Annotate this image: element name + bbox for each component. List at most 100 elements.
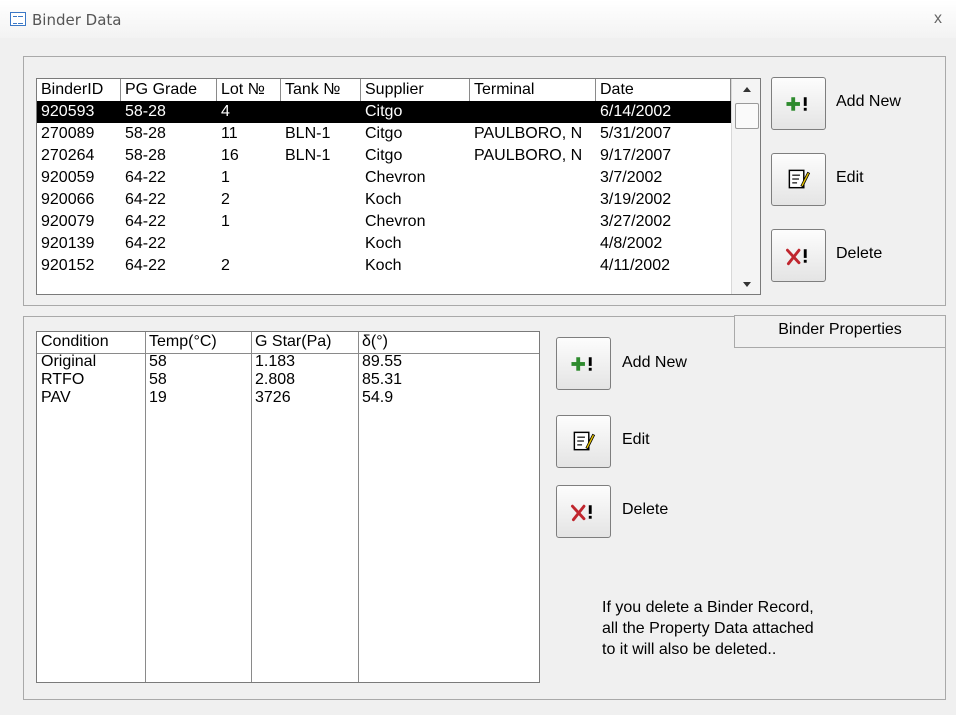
- column-header: Date: [596, 79, 731, 101]
- binder-list[interactable]: BinderID PG Grade Lot № Tank № Supplier Termi…: [36, 78, 761, 295]
- column-header: Temp(°C): [149, 333, 217, 350]
- binder-list-row[interactable]: 920593 58-28 4 Citgo 6/14/2002: [37, 101, 731, 123]
- property-list-row[interactable]: PAV 19 3726 54.9: [37, 388, 539, 408]
- binder-delete-button[interactable]: [771, 229, 826, 282]
- table-cell: [281, 233, 361, 255]
- property-list-row[interactable]: RTFO 58 2.808 85.31: [37, 370, 539, 390]
- table-cell: Citgo: [365, 103, 403, 120]
- binder-list-row[interactable]: 920152 64-22 2 Koch 4/11/2002: [37, 255, 731, 277]
- edit-note-icon: [788, 169, 811, 189]
- table-cell: Chevron: [365, 169, 426, 186]
- table-cell: 64-22: [125, 235, 166, 252]
- title-bar: Binder Data x: [0, 0, 956, 38]
- binder-list-row[interactable]: 920066 64-22 2 Koch 3/19/2002: [37, 189, 731, 211]
- property-list-row[interactable]: Original 58 1.183 89.55: [37, 352, 539, 372]
- table-cell: 19: [149, 389, 167, 406]
- table-cell: 920139: [41, 235, 95, 252]
- table-cell: [281, 255, 361, 277]
- table-cell: Original: [41, 353, 97, 370]
- property-delete-label: Delete: [622, 501, 669, 518]
- plus-exclaim-icon: [786, 97, 807, 111]
- property-list[interactable]: Condition Temp(°C) G Star(Pa) δ(°) Original 5…: [36, 331, 540, 683]
- binder-edit-label: Edit: [836, 169, 864, 186]
- table-cell: RTFO: [41, 371, 85, 388]
- table-cell: 6/14/2002: [600, 103, 672, 120]
- table-cell: [281, 211, 361, 233]
- table-cell: 1: [221, 169, 230, 186]
- scroll-thumb[interactable]: [735, 103, 759, 129]
- binder-list-scrollbar[interactable]: [731, 79, 760, 294]
- table-cell: 85.31: [362, 371, 403, 388]
- binder-list-row[interactable]: 270264 58-28 16 BLN-1 Citgo PAULBORO, N 9/17/2…: [37, 145, 731, 167]
- table-cell: 58-28: [125, 125, 166, 142]
- table-cell: 3/19/2002: [600, 191, 672, 208]
- table-cell: [470, 255, 596, 277]
- table-cell: Chevron: [365, 213, 426, 230]
- table-cell: Koch: [365, 257, 402, 274]
- table-cell: 11: [221, 125, 238, 142]
- table-cell: 3/7/2002: [600, 169, 663, 186]
- table-cell: 58-28: [125, 147, 166, 164]
- binder-list-row[interactable]: 920079 64-22 1 Chevron 3/27/2002: [37, 211, 731, 233]
- column-header: G Star(Pa): [255, 333, 332, 350]
- column-header: Tank №: [281, 79, 361, 101]
- table-cell: 1: [221, 213, 230, 230]
- table-cell: 58: [149, 371, 167, 388]
- table-cell: Koch: [365, 191, 402, 208]
- binder-edit-button[interactable]: [771, 153, 826, 206]
- binder-data-window: Binder Data x BinderID PG Grade Lot № Tank …: [0, 0, 956, 715]
- table-cell: [470, 101, 596, 123]
- property-delete-button[interactable]: [556, 485, 611, 538]
- column-header: Condition: [41, 333, 109, 350]
- table-cell: [217, 233, 281, 255]
- table-cell: 2: [221, 191, 230, 208]
- table-cell: 58: [149, 353, 167, 370]
- table-cell: Citgo: [365, 125, 403, 142]
- table-cell: 54.9: [362, 389, 394, 406]
- table-cell: 3726: [255, 389, 291, 406]
- binder-list-row[interactable]: 920059 64-22 1 Chevron 3/7/2002: [37, 167, 731, 189]
- table-cell: BLN-1: [285, 125, 331, 142]
- property-list-header: Condition Temp(°C) G Star(Pa) δ(°): [37, 332, 539, 352]
- column-header: BinderID: [37, 79, 121, 101]
- close-button[interactable]: x: [934, 10, 942, 28]
- scroll-down-arrow-icon[interactable]: [732, 272, 760, 294]
- scroll-up-arrow-icon[interactable]: [732, 79, 760, 101]
- column-header: PG Grade: [121, 79, 217, 101]
- table-cell: 4/8/2002: [600, 235, 663, 252]
- table-cell: 920059: [41, 169, 95, 186]
- table-cell: Koch: [365, 235, 402, 252]
- table-cell: 1.183: [255, 353, 296, 370]
- table-cell: 64-22: [125, 213, 166, 230]
- properties-section: Binder Properties Condition Temp(°C) G Sta…: [23, 315, 946, 700]
- table-cell: [470, 211, 596, 233]
- property-edit-label: Edit: [622, 431, 650, 448]
- table-cell: [281, 189, 361, 211]
- table-cell: 89.55: [362, 353, 403, 370]
- property-add-new-label: Add New: [622, 354, 687, 371]
- table-cell: 64-22: [125, 191, 166, 208]
- table-cell: 9/17/2007: [600, 147, 672, 164]
- table-cell: BLN-1: [285, 147, 331, 164]
- property-edit-button[interactable]: [556, 415, 611, 468]
- binder-list-row[interactable]: 920139 64-22 Koch 4/8/2002: [37, 233, 731, 255]
- binder-properties-tab[interactable]: Binder Properties: [734, 315, 946, 348]
- x-exclaim-icon: [785, 248, 807, 266]
- table-cell: PAULBORO, N: [474, 125, 583, 142]
- property-add-new-button[interactable]: [556, 337, 611, 390]
- table-cell: 64-22: [125, 169, 166, 186]
- table-cell: 64-22: [125, 257, 166, 274]
- form-icon: [10, 12, 26, 26]
- binder-list-header: BinderID PG Grade Lot № Tank № Supplier Termi…: [37, 79, 731, 101]
- table-cell: 920593: [41, 103, 95, 120]
- table-cell: 5/31/2007: [600, 125, 672, 142]
- table-cell: 2.808: [255, 371, 296, 388]
- binder-add-new-label: Add New: [836, 93, 901, 110]
- binder-add-new-button[interactable]: [771, 77, 826, 130]
- binder-list-row[interactable]: 270089 58-28 11 BLN-1 Citgo PAULBORO, N 5/31/2…: [37, 123, 731, 145]
- table-cell: 270264: [41, 147, 95, 164]
- binder-section: BinderID PG Grade Lot № Tank № Supplier Termi…: [23, 56, 946, 306]
- table-cell: 4/11/2002: [600, 257, 670, 274]
- column-header: δ(°): [362, 333, 388, 350]
- table-cell: PAV: [41, 389, 71, 406]
